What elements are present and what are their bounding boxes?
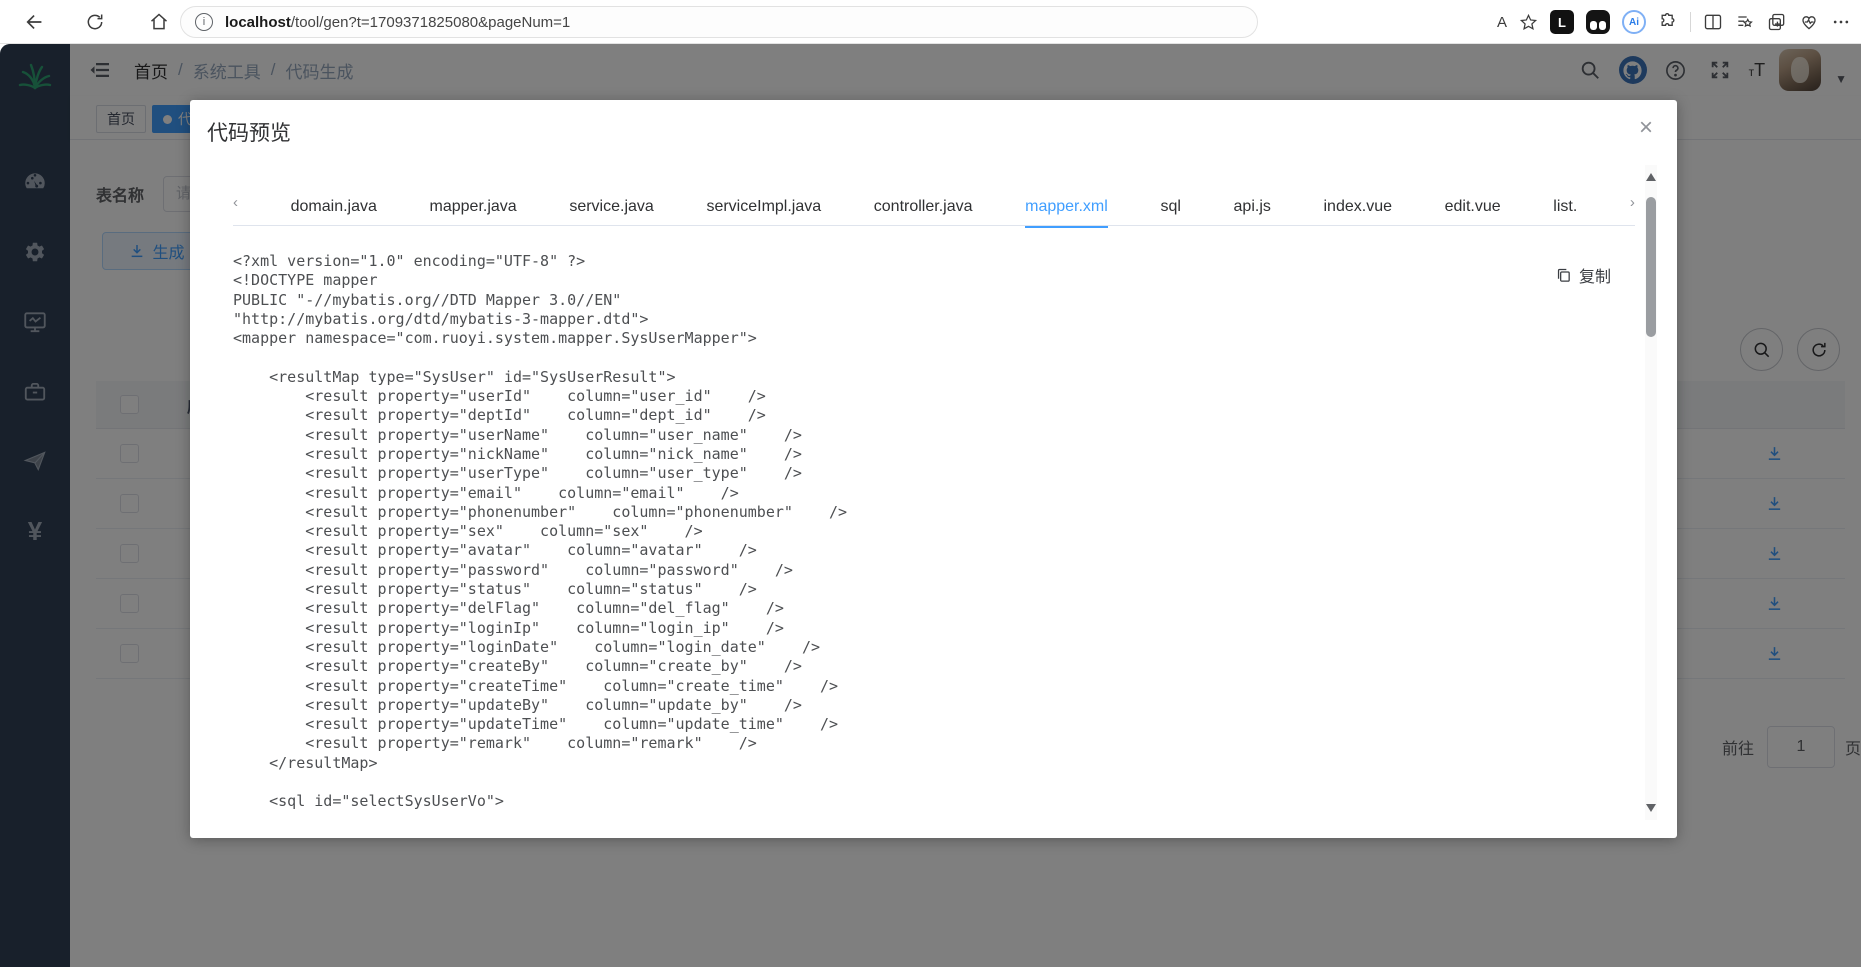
favorite-star-icon[interactable]: [1519, 13, 1538, 32]
scrollbar-thumb[interactable]: [1646, 197, 1656, 337]
tab-domain-java[interactable]: domain.java: [291, 198, 377, 228]
tab-list-vue[interactable]: list.: [1553, 198, 1577, 228]
extension-l-icon[interactable]: L: [1550, 10, 1574, 34]
tab-index-vue[interactable]: index.vue: [1324, 198, 1393, 228]
scrollbar-down-icon[interactable]: [1646, 804, 1656, 812]
tab-mapper-xml[interactable]: mapper.xml: [1025, 198, 1108, 228]
browser-home-icon[interactable]: [142, 5, 176, 39]
code-tabs: ‹ domain.java mapper.java service.java s…: [233, 188, 1635, 228]
favorites-list-icon[interactable]: [1735, 12, 1755, 32]
tabs-prev-icon[interactable]: ‹: [233, 194, 238, 219]
tabs-next-icon[interactable]: ›: [1630, 194, 1635, 219]
toolbar-divider: [1690, 12, 1691, 32]
browser-essentials-icon[interactable]: [1799, 12, 1819, 32]
tab-serviceimpl-java[interactable]: serviceImpl.java: [706, 198, 821, 228]
browser-toolbar: i localhost/tool/gen?t=1709371825080&pag…: [0, 0, 1861, 44]
url-input[interactable]: localhost/tool/gen?t=1709371825080&pageN…: [225, 14, 570, 31]
browser-refresh-icon[interactable]: [78, 5, 112, 39]
page: i localhost/tool/gen?t=1709371825080&pag…: [0, 0, 1861, 967]
tab-service-java[interactable]: service.java: [569, 198, 653, 228]
browser-back-icon[interactable]: [18, 5, 52, 39]
tab-controller-java[interactable]: controller.java: [874, 198, 973, 228]
scrollbar-up-icon[interactable]: [1646, 173, 1656, 181]
tab-edit-vue[interactable]: edit.vue: [1445, 198, 1501, 228]
browser-actions: A L Ai: [1497, 0, 1851, 44]
tab-sql[interactable]: sql: [1160, 198, 1180, 228]
read-aloud-icon[interactable]: A: [1497, 14, 1507, 31]
split-screen-icon[interactable]: [1703, 12, 1723, 32]
collections-icon[interactable]: [1767, 12, 1787, 32]
extensions-puzzle-icon[interactable]: [1658, 12, 1678, 32]
code-content: <?xml version="1.0" encoding="UTF-8" ?> …: [233, 252, 848, 811]
extension-ai-icon[interactable]: Ai: [1622, 10, 1646, 34]
tab-api-js[interactable]: api.js: [1234, 198, 1271, 228]
settings-more-icon[interactable]: [1831, 12, 1851, 32]
extension-dark-icon[interactable]: [1586, 10, 1610, 34]
code-preview-dialog: 代码预览 × ‹ domain.java mapper.java service…: [190, 100, 1677, 838]
url-bar[interactable]: i localhost/tool/gen?t=1709371825080&pag…: [180, 6, 1258, 38]
dialog-close-icon[interactable]: ×: [1639, 116, 1653, 140]
dialog-title: 代码预览: [207, 122, 291, 145]
site-info-icon[interactable]: i: [195, 13, 213, 31]
tab-mapper-java[interactable]: mapper.java: [430, 198, 517, 228]
code-scrollbar: [1645, 165, 1657, 820]
